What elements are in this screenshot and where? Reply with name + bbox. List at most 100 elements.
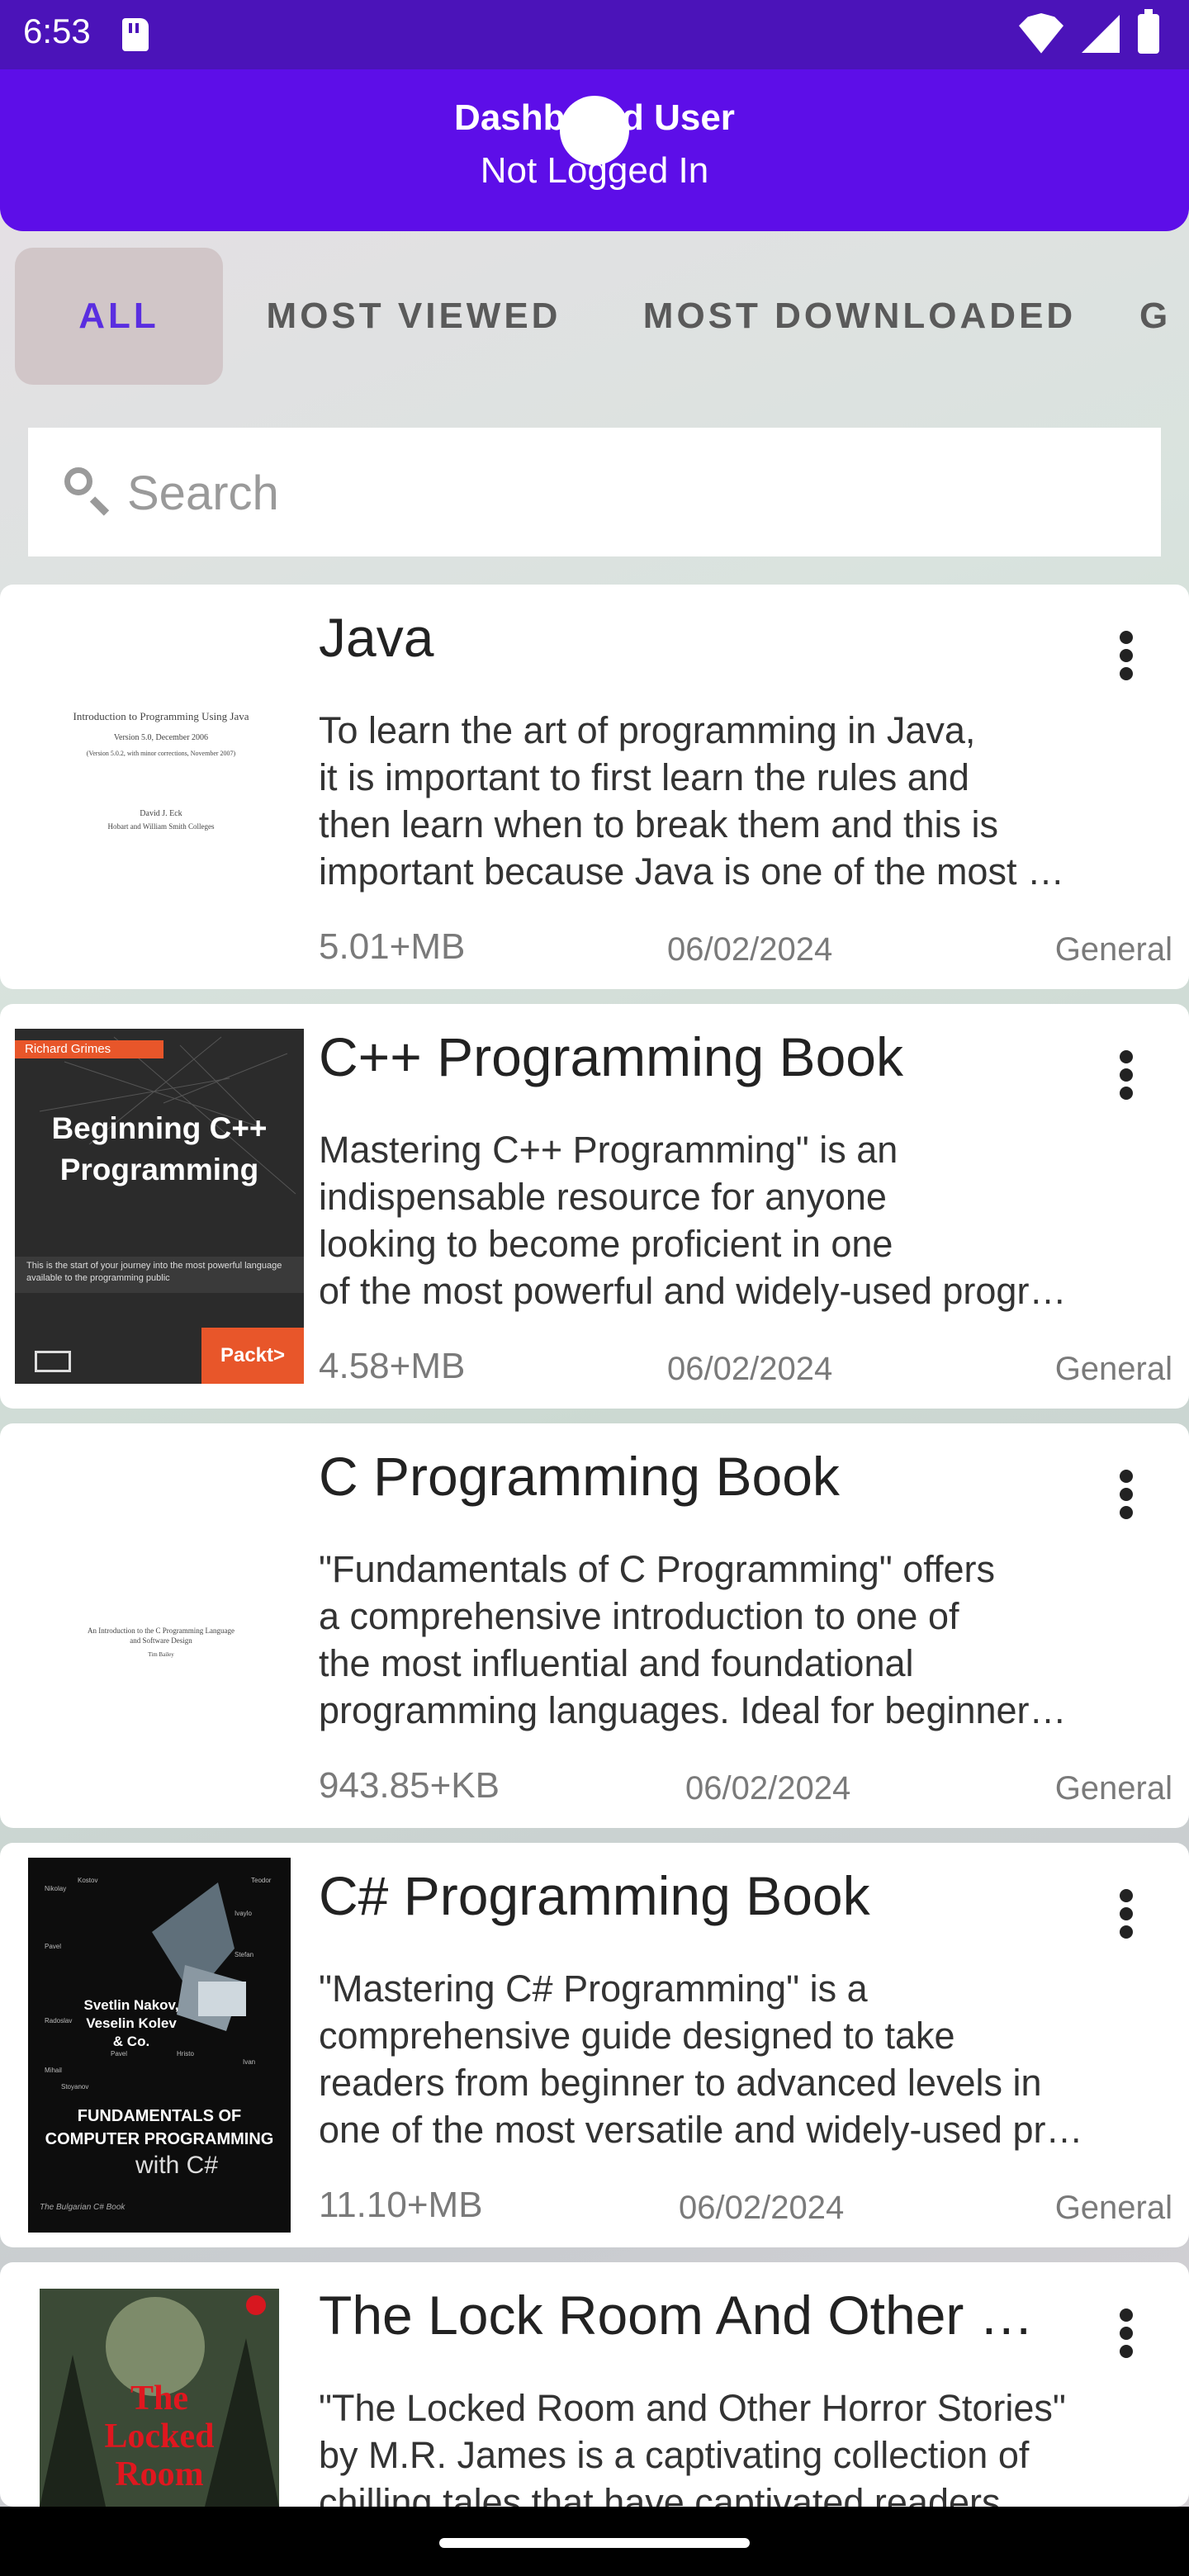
book-icon	[35, 1351, 71, 1372]
wifi-icon	[1019, 13, 1063, 54]
more-options-icon[interactable]	[1101, 621, 1151, 687]
cover-text: Hobart and William Smith Colleges	[107, 822, 215, 831]
cover-text: David J. Eck	[140, 809, 182, 818]
svg-text:Radoslav: Radoslav	[45, 2017, 72, 2024]
more-options-icon[interactable]	[1101, 1040, 1151, 1106]
cover-title-line: Room	[115, 2455, 204, 2493]
book-description: To learn the art of programming in Java,…	[319, 707, 1169, 895]
book-cover: Nikolay Kostov Teodor Pavel Ivaylo Stefan Ra…	[28, 1858, 291, 2233]
book-size: 4.58+MB	[319, 1346, 466, 1386]
book-card[interactable]: The Locked Room The Lock Room And Other …	[0, 2262, 1189, 2507]
cover-author: Richard Grimes	[15, 1040, 163, 1058]
tab-partial[interactable]: G	[1139, 248, 1189, 385]
header-subtitle: Not Logged In	[480, 150, 709, 191]
book-description: "Fundamentals of C Programming" offers a…	[319, 1546, 1169, 1734]
more-options-icon[interactable]	[1101, 2299, 1151, 2365]
book-title: The Lock Room And Other …	[319, 2285, 1034, 2346]
book-title: C++ Programming Book	[319, 1026, 903, 1087]
book-cover: The Locked Room	[40, 2289, 279, 2507]
desc-line: "The Locked Room and Other Horror Storie…	[319, 2387, 1066, 2429]
cover-title: The Locked Room	[40, 2379, 279, 2493]
more-options-icon[interactable]	[1101, 1879, 1151, 1945]
cover-footer: The Bulgarian C# Book	[40, 2203, 126, 2212]
svg-text:Ivaylo: Ivaylo	[234, 1910, 252, 1917]
book-cover: An Introduction to the C Programming Lan…	[17, 1456, 306, 1787]
book-category: General	[1054, 1351, 1172, 1387]
book-category: General	[1054, 1770, 1172, 1807]
sd-card-icon	[122, 18, 149, 51]
book-title: C Programming Book	[319, 1446, 840, 1507]
tab-most-viewed[interactable]: MOST VIEWED	[244, 248, 583, 385]
svg-text:Kostov: Kostov	[78, 1877, 97, 1884]
desc-line: To learn the art of programming in Java,	[319, 709, 976, 751]
book-date: 06/02/2024	[667, 931, 833, 968]
desc-line: important because Java is one of the mos…	[319, 850, 1064, 893]
desc-line: chilling tales that have captivated read…	[319, 2481, 1001, 2507]
cover-text: (Version 5.0.2, with minor corrections, …	[86, 750, 236, 757]
book-category: General	[1054, 931, 1172, 968]
signal-icon	[1082, 15, 1120, 53]
cover-text: and Software Design	[130, 1636, 192, 1645]
book-card[interactable]: Nikolay Kostov Teodor Pavel Ivaylo Stefan Ra…	[0, 1843, 1189, 2247]
book-description: "Mastering C# Programming" is a comprehe…	[319, 1965, 1169, 2153]
desc-line: the most influential and foundational	[319, 1642, 914, 1684]
book-date: 06/02/2024	[685, 1770, 851, 1807]
category-tabs: ALL MOST VIEWED MOST DOWNLOADED G	[0, 248, 1189, 385]
cover-title: Beginning C++	[51, 1111, 268, 1145]
book-size: 11.10+MB	[319, 2185, 483, 2225]
desc-line: comprehensive guide designed to take	[319, 2015, 955, 2057]
cover-author-line: Svetlin Nakov,	[83, 1997, 179, 2013]
cover-author-line: Veselin Kolev	[86, 2015, 177, 2031]
svg-text:Ivan: Ivan	[243, 2058, 255, 2066]
book-card[interactable]: Introduction to Programming Using Java V…	[0, 585, 1189, 989]
svg-text:Hristo: Hristo	[177, 2050, 194, 2057]
search-box[interactable]	[28, 428, 1161, 556]
cover-text: Tim Bailey	[148, 1651, 174, 1658]
navigation-bar	[0, 2507, 1189, 2576]
cover-title-line: Locked	[104, 2417, 215, 2455]
cover-text: Version 5.0, December 2006	[113, 733, 209, 742]
cover-text: An Introduction to the C Programming Lan…	[88, 1627, 234, 1635]
book-title: Java	[319, 607, 434, 668]
cover-author-line: & Co.	[112, 2034, 150, 2049]
book-size: 943.85+KB	[319, 1765, 500, 1806]
desc-line: it is important to first learn the rules…	[319, 756, 969, 798]
more-options-icon[interactable]	[1101, 1460, 1151, 1526]
book-title: C# Programming Book	[319, 1865, 870, 1926]
desc-line: programming languages. Ideal for beginne…	[319, 1689, 1067, 1731]
book-date: 06/02/2024	[667, 1351, 833, 1387]
cover-title: FUNDAMENTALS OF	[77, 2107, 242, 2125]
desc-line: then learn when to break them and this i…	[319, 803, 998, 845]
svg-text:Nikolay: Nikolay	[45, 1885, 66, 1892]
search-input[interactable]	[126, 454, 1120, 532]
cover-title: with C#	[135, 2152, 219, 2179]
book-card[interactable]: An Introduction to the C Programming Lan…	[0, 1423, 1189, 1828]
cover-title: COMPUTER PROGRAMMING	[45, 2130, 274, 2148]
book-cover: Introduction to Programming Using Java V…	[17, 618, 306, 948]
book-description: Mastering C++ Programming" is an indispe…	[319, 1126, 1169, 1314]
status-time: 6:53	[23, 12, 91, 50]
svg-text:Mihail: Mihail	[45, 2067, 62, 2074]
app-header: Dashboard User Not Logged In	[0, 69, 1189, 231]
book-date: 06/02/2024	[679, 2190, 845, 2226]
svg-text:Pavel: Pavel	[45, 1943, 61, 1950]
book-cover: Richard Grimes Beginning C++ Programming…	[15, 1029, 304, 1384]
desc-line: by M.R. James is a captivating collectio…	[319, 2434, 1030, 2476]
book-description: "The Locked Room and Other Horror Storie…	[319, 2384, 1169, 2507]
status-bar: 6:53	[0, 0, 1189, 69]
svg-text:Teodor: Teodor	[251, 1877, 272, 1884]
cover-text: Introduction to Programming Using Java	[73, 710, 249, 722]
svg-text:Stefan: Stefan	[234, 1951, 253, 1958]
desc-line: of the most powerful and widely-used pro…	[319, 1270, 1067, 1312]
home-gesture-handle[interactable]	[439, 2538, 750, 2548]
svg-text:Pavel: Pavel	[111, 2050, 127, 2057]
book-size: 5.01+MB	[319, 926, 466, 967]
cover-title: Programming	[59, 1153, 259, 1186]
book-card[interactable]: Richard Grimes Beginning C++ Programming…	[0, 1004, 1189, 1409]
cover-authors: Svetlin Nakov, Veselin Kolev & Co.	[78, 1996, 185, 2051]
desc-line: indispensable resource for anyone	[319, 1176, 887, 1218]
tab-most-downloaded[interactable]: MOST DOWNLOADED	[624, 248, 1095, 385]
desc-line: Mastering C++ Programming" is an	[319, 1129, 898, 1171]
cover-title-line: The	[130, 2379, 188, 2417]
tab-all[interactable]: ALL	[15, 248, 223, 385]
